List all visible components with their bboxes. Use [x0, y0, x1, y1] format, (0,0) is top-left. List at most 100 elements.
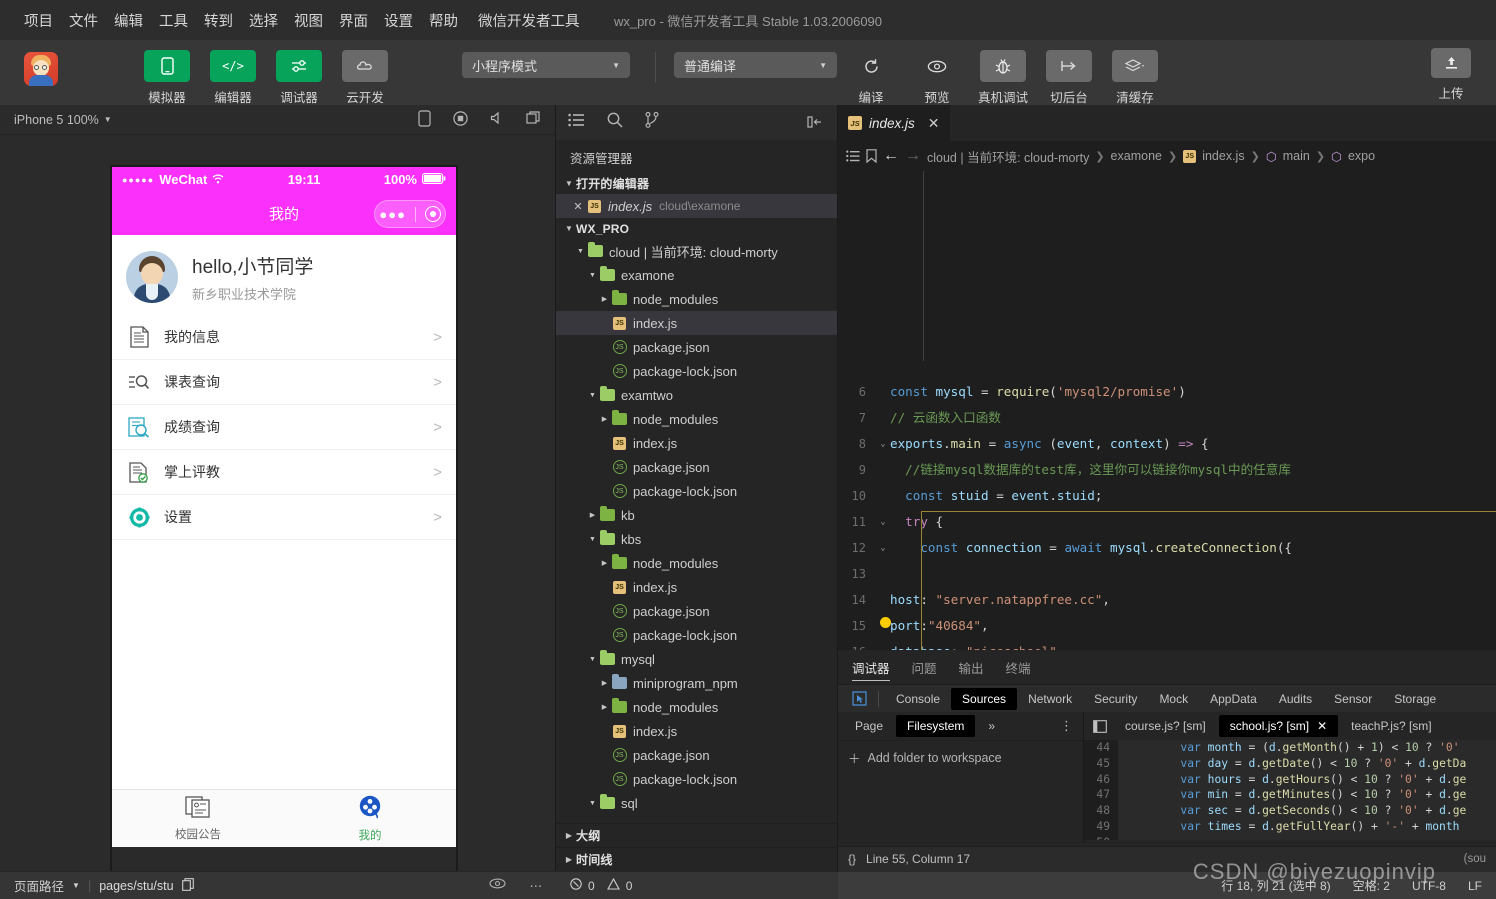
- menu-item-3[interactable]: 工具: [159, 10, 188, 31]
- collapse-icon[interactable]: [807, 115, 823, 134]
- outline-icon[interactable]: [846, 150, 860, 162]
- source-tab-teachp[interactable]: teachP.js? [sm]: [1340, 715, 1442, 737]
- tree-item-miniprogram-npm[interactable]: ▶ miniprogram_npm: [556, 671, 837, 695]
- status-eol[interactable]: LF: [1468, 879, 1482, 893]
- error-icon[interactable]: [570, 878, 582, 893]
- breadcrumb-item-0[interactable]: cloud | 当前环境: cloud-morty: [927, 147, 1089, 166]
- forward-arrow-icon[interactable]: →: [905, 147, 921, 165]
- chevron-right-icon[interactable]: ▶: [598, 295, 611, 303]
- tree-item-index-js[interactable]: JS index.js: [556, 575, 837, 599]
- eye-icon[interactable]: [488, 878, 506, 893]
- tool-cloud-button[interactable]: 云开发: [336, 50, 394, 106]
- chevron-right-icon[interactable]: ▶: [598, 559, 611, 567]
- tree-item-package-json[interactable]: JS package.json: [556, 455, 837, 479]
- section-outline[interactable]: ▶ 大纲: [556, 823, 837, 847]
- tree-item-index-js[interactable]: JS index.js: [556, 431, 837, 455]
- tree-item-kb[interactable]: ▶ kb: [556, 503, 837, 527]
- devtools-tab-network[interactable]: Network: [1017, 688, 1083, 710]
- fold-toggle-icon[interactable]: ⌄: [876, 535, 890, 561]
- chevron-down-icon[interactable]: ▼: [586, 536, 599, 543]
- bookmark-icon[interactable]: [866, 149, 877, 163]
- nav-tab-page[interactable]: Page: [844, 715, 894, 737]
- tree-item-package-json[interactable]: JS package.json: [556, 599, 837, 623]
- panel-tab-problems[interactable]: 问题: [912, 650, 937, 684]
- rotate-icon[interactable]: [418, 109, 431, 130]
- tree-item-package-lock-json[interactable]: JS package-lock.json: [556, 767, 837, 791]
- explorer-icon[interactable]: [568, 113, 585, 132]
- tree-item-package-json[interactable]: JS package.json: [556, 335, 837, 359]
- close-target-icon[interactable]: [424, 206, 441, 222]
- status-cursor[interactable]: 行 18, 列 21 (选中 8): [1221, 877, 1330, 894]
- tree-item-package-lock-json[interactable]: JS package-lock.json: [556, 623, 837, 647]
- devtools-tab-console[interactable]: Console: [885, 688, 951, 710]
- inspect-element-icon[interactable]: [846, 691, 872, 706]
- tree-item-package-lock-json[interactable]: JS package-lock.json: [556, 359, 837, 383]
- section-project[interactable]: ▼ WX_PRO: [556, 218, 837, 239]
- tree-item-node-modules[interactable]: ▶ node_modules: [556, 551, 837, 575]
- tool-debugger-button[interactable]: 调试器: [270, 50, 328, 106]
- menu-item-10[interactable]: 微信开发者工具: [478, 10, 580, 31]
- chevron-down-icon[interactable]: ▼: [72, 881, 80, 890]
- warning-icon[interactable]: [606, 877, 620, 893]
- chevron-down-icon[interactable]: ▼: [586, 656, 599, 663]
- status-encoding[interactable]: UTF-8: [1412, 879, 1446, 893]
- action-compile-button[interactable]: 编译: [842, 50, 900, 106]
- menu-item-1[interactable]: 文件: [69, 10, 98, 31]
- chevron-down-icon[interactable]: ▼: [574, 248, 587, 255]
- tabbar-item-announcement[interactable]: 校园公告: [112, 790, 284, 847]
- menu-item-2[interactable]: 编辑: [114, 10, 143, 31]
- chevron-down-icon[interactable]: ▼: [586, 800, 599, 807]
- tree-item-package-json[interactable]: JS package.json: [556, 743, 837, 767]
- tree-item-cloud-cloud-morty[interactable]: ▼ cloud | 当前环境: cloud-morty: [556, 239, 837, 263]
- breadcrumb-item-1[interactable]: examone: [1111, 149, 1162, 163]
- more-dots-icon[interactable]: ●●●: [379, 207, 406, 222]
- tree-item-index-js[interactable]: JS index.js: [556, 311, 837, 335]
- menu-row-my-info[interactable]: 我的信息 >: [112, 315, 456, 360]
- device-select[interactable]: iPhone 5 100% ▼: [14, 113, 112, 127]
- back-arrow-icon[interactable]: ←: [883, 147, 899, 165]
- more-vertical-icon[interactable]: ⋮: [1060, 718, 1073, 734]
- toggle-navigator-icon[interactable]: [1088, 719, 1112, 733]
- devtools-tab-sources[interactable]: Sources: [951, 687, 1018, 710]
- copy-icon[interactable]: [181, 877, 194, 894]
- code-content[interactable]: 6 const mysql = require('mysql2/promise')…: [838, 171, 1496, 650]
- lightbulb-icon[interactable]: [880, 617, 891, 628]
- chevron-right-icon[interactable]: ▶: [598, 415, 611, 423]
- chevron-right-icon[interactable]: ▶: [598, 679, 611, 687]
- action-device-debug-button[interactable]: 真机调试: [974, 50, 1032, 106]
- nav-tab-filesystem[interactable]: Filesystem: [896, 715, 976, 737]
- tool-editor-button[interactable]: </> 编辑器: [204, 50, 262, 106]
- nav-tab-more[interactable]: »: [977, 715, 1006, 737]
- tree-item-kbs[interactable]: ▼ kbs: [556, 527, 837, 551]
- menu-row-evaluate[interactable]: 掌上评教 >: [112, 450, 456, 495]
- open-editor-item[interactable]: ✕ JS index.js cloud\examone: [556, 194, 837, 218]
- menu-item-0[interactable]: 项目: [24, 10, 53, 31]
- menu-item-5[interactable]: 选择: [249, 10, 278, 31]
- breadcrumb-item-3[interactable]: main: [1283, 149, 1310, 163]
- tree-item-examone[interactable]: ▼ examone: [556, 263, 837, 287]
- devtools-tab-mock[interactable]: Mock: [1148, 688, 1199, 710]
- more-icon[interactable]: ⋯: [530, 878, 543, 893]
- devtools-tab-sensor[interactable]: Sensor: [1323, 688, 1383, 710]
- chevron-down-icon[interactable]: ▼: [586, 272, 599, 279]
- panel-tab-output[interactable]: 输出: [959, 650, 984, 684]
- menu-row-scores[interactable]: 成绩查询 >: [112, 405, 456, 450]
- chevron-right-icon[interactable]: ▶: [586, 511, 599, 519]
- action-clear-cache-button[interactable]: 清缓存: [1106, 50, 1164, 106]
- tabbar-item-profile[interactable]: 我的: [284, 790, 456, 847]
- tree-item-examtwo[interactable]: ▼ examtwo: [556, 383, 837, 407]
- menu-item-8[interactable]: 设置: [384, 10, 413, 31]
- record-icon[interactable]: [453, 110, 468, 129]
- devtools-tab-appdata[interactable]: AppData: [1199, 688, 1268, 710]
- tree-item-sql[interactable]: ▼ sql: [556, 791, 837, 815]
- section-open-editors[interactable]: ▼ 打开的编辑器: [556, 173, 837, 194]
- format-icon[interactable]: {}: [848, 852, 856, 866]
- tree-item-index-js[interactable]: JS index.js: [556, 719, 837, 743]
- devtools-tab-storage[interactable]: Storage: [1383, 688, 1447, 710]
- tree-item-package-lock-json[interactable]: JS package-lock.json: [556, 479, 837, 503]
- page-path-label[interactable]: 页面路径: [14, 876, 64, 895]
- panel-tab-debugger[interactable]: 调试器: [852, 650, 890, 684]
- wechat-capsule[interactable]: ●●●: [374, 200, 446, 228]
- tree-item-node-modules[interactable]: ▶ node_modules: [556, 407, 837, 431]
- sources-code[interactable]: 44 var month = (d.getMonth() + 1) < 10 ?…: [1084, 740, 1496, 840]
